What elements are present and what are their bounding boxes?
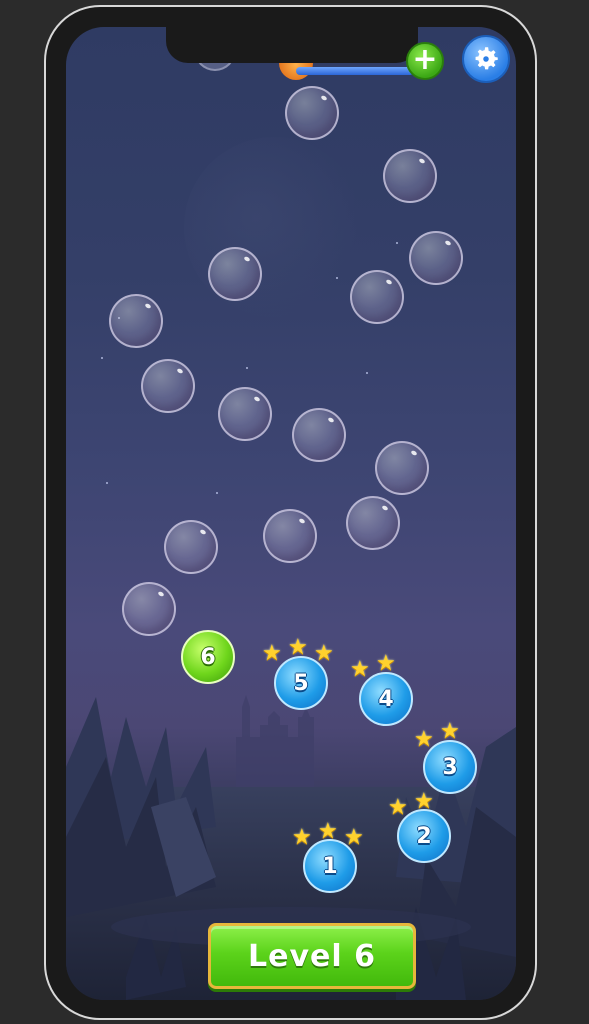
level-4-node[interactable]: 4 [359,672,413,726]
star-icon: ★ [262,641,282,666]
level-number: 5 [293,670,309,696]
game-screen: + ★ ★ ★ 5 ★ ★ 4 ★ ★ 3 ★ ★ 2 ★ ★ ★ 1 6 Le… [66,27,516,1000]
locked-level-bubble [375,441,429,495]
locked-level-bubble [383,149,437,203]
level-number: 6 [200,644,216,670]
sky-star [246,367,248,369]
locked-level-bubble [141,359,195,413]
gear-icon [475,47,498,70]
locked-level-bubble [350,270,404,324]
locked-level-bubble [218,387,272,441]
level-1-node[interactable]: 1 [303,839,357,893]
star-icon: ★ [292,825,312,850]
settings-button[interactable] [462,35,510,83]
level-6-node-current[interactable]: 6 [181,630,235,684]
plus-icon: + [412,41,438,77]
locked-level-bubble [285,86,339,140]
locked-level-bubble [164,520,218,574]
star-icon: ★ [350,657,370,682]
play-level-label: Level 6 [248,938,376,974]
level-3-node[interactable]: 3 [423,740,477,794]
locked-level-bubble [122,582,176,636]
level-number: 3 [442,754,458,780]
level-5-node[interactable]: 5 [274,656,328,710]
locked-level-bubble [109,294,163,348]
add-button[interactable]: + [406,42,444,80]
locked-level-bubble [346,496,400,550]
level-number: 2 [416,823,432,849]
sky-star [396,242,398,244]
sky-star [366,372,368,374]
locked-level-bubble [292,408,346,462]
locked-level-bubble [409,231,463,285]
sky-star [216,492,218,494]
sky-star [106,482,108,484]
device-notch [166,27,418,63]
phone-frame: + ★ ★ ★ 5 ★ ★ 4 ★ ★ 3 ★ ★ 2 ★ ★ ★ 1 6 Le… [44,5,537,1020]
level-number: 1 [322,853,338,879]
level-2-node[interactable]: 2 [397,809,451,863]
moon [184,137,364,317]
play-level-button[interactable]: Level 6 [208,923,416,989]
locked-level-bubble [208,247,262,301]
sky-star [101,357,103,359]
locked-level-bubble [263,509,317,563]
level-number: 4 [378,686,394,712]
sky-star [336,277,338,279]
progress-bar [296,67,414,75]
